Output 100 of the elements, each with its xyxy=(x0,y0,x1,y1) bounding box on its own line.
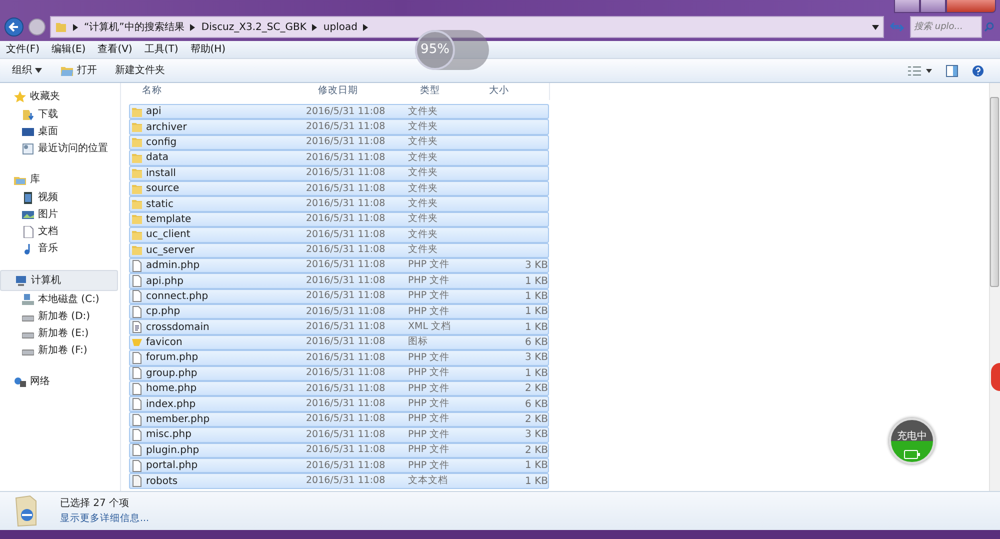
file-row[interactable]: source 2016/5/31 11:08 文件夹 xyxy=(129,180,549,196)
file-row[interactable]: favicon 2016/5/31 11:08 图标 6 KB xyxy=(129,334,549,350)
file-row[interactable]: install 2016/5/31 11:08 文件夹 xyxy=(129,166,549,181)
file-row[interactable]: admin.php 2016/5/31 11:08 PHP 文件 3 KB xyxy=(129,258,549,274)
file-icon xyxy=(131,260,143,272)
file-type: XML 文档 xyxy=(408,320,452,334)
file-type: 文件夹 xyxy=(408,182,439,196)
file-row[interactable]: uc_server 2016/5/31 11:08 文件夹 xyxy=(129,242,549,258)
chevron-icon xyxy=(363,24,368,30)
column-header[interactable]: 类型 xyxy=(405,84,489,99)
file-date: 2016/5/31 11:08 xyxy=(306,196,386,211)
sidebar-item[interactable]: 计算机 xyxy=(0,270,118,291)
file-size: 1 KB xyxy=(525,306,548,318)
address-bar[interactable]: “计算机”中的搜索结果 Discuz_X3.2_SC_GBK upload xyxy=(50,16,884,38)
sidebar-item[interactable]: 新加卷 (F:) xyxy=(0,342,120,359)
file-row[interactable]: robots 2016/5/31 11:08 文本文档 1 KB xyxy=(129,473,549,489)
file-row[interactable]: config 2016/5/31 11:08 文件夹 xyxy=(129,134,549,150)
file-row[interactable]: static 2016/5/31 11:08 文件夹 xyxy=(129,196,549,212)
scroll-thumb[interactable] xyxy=(990,97,999,287)
file-row[interactable]: data 2016/5/31 11:08 文件夹 xyxy=(129,150,549,166)
breadcrumb[interactable]: upload xyxy=(323,20,358,34)
dropdown-icon[interactable] xyxy=(872,24,879,30)
toolbar-button[interactable]: 组织 xyxy=(12,63,42,78)
file-date: 2016/5/31 11:08 xyxy=(306,120,386,134)
toolbar-button[interactable]: 打开 xyxy=(60,63,97,78)
file-row[interactable]: home.php 2016/5/31 11:08 PHP 文件 2 KB xyxy=(129,381,549,396)
file-name: crossdomain xyxy=(146,320,210,335)
column-header[interactable]: 大小 xyxy=(489,84,545,99)
image-icon xyxy=(22,208,34,220)
document-icon xyxy=(22,226,34,238)
folder-icon xyxy=(131,244,143,256)
breadcrumb[interactable]: “计算机”中的搜索结果 xyxy=(84,20,184,34)
file-row[interactable]: api 2016/5/31 11:08 文件夹 xyxy=(129,104,549,120)
favicon-file-icon xyxy=(131,336,143,349)
help-icon[interactable] xyxy=(972,64,984,76)
sidebar-item[interactable]: 桌面 xyxy=(0,123,120,140)
sidebar-item[interactable]: 文档 xyxy=(0,223,120,240)
file-row[interactable]: group.php 2016/5/31 11:08 PHP 文件 1 KB xyxy=(129,366,549,382)
menu-item[interactable]: 工具(T) xyxy=(144,42,178,57)
preview-pane-icon[interactable] xyxy=(946,64,958,76)
file-row[interactable]: misc.php 2016/5/31 11:08 PHP 文件 3 KB xyxy=(129,427,549,443)
file-type: PHP 文件 xyxy=(408,289,451,304)
sidebar-item[interactable]: 新加卷 (D:) xyxy=(0,308,120,325)
file-type: 文件夹 xyxy=(408,196,439,211)
file-row[interactable]: index.php 2016/5/31 11:08 PHP 文件 6 KB xyxy=(129,396,549,412)
file-name: admin.php xyxy=(146,259,200,274)
sidebar-item[interactable]: 图片 xyxy=(0,206,120,223)
file-icon xyxy=(131,352,143,364)
file-name: api.php xyxy=(146,274,184,288)
menu-item[interactable]: 文件(F) xyxy=(6,42,40,57)
sidebar-item[interactable]: 最近访问的位置 xyxy=(0,140,120,157)
column-header[interactable]: 修改日期 xyxy=(303,84,405,99)
file-row[interactable]: archiver 2016/5/31 11:08 文件夹 xyxy=(129,119,549,135)
folder-icon xyxy=(131,167,143,180)
chevron-icon xyxy=(73,24,78,30)
file-icon xyxy=(131,414,143,426)
file-row[interactable]: cp.php 2016/5/31 11:08 PHP 文件 1 KB xyxy=(129,304,549,320)
file-name: uc_client xyxy=(146,228,190,242)
menu-item[interactable]: 编辑(E) xyxy=(52,42,86,57)
breadcrumb[interactable]: Discuz_X3.2_SC_GBK xyxy=(201,20,306,34)
toolbar-button[interactable]: 新建文件夹 xyxy=(115,63,165,78)
file-row[interactable]: portal.php 2016/5/31 11:08 PHP 文件 1 KB xyxy=(129,458,549,474)
file-type: 文件夹 xyxy=(408,243,439,258)
sidebar-item[interactable]: 新加卷 (E:) xyxy=(0,325,120,342)
view-options-icon[interactable] xyxy=(908,66,932,76)
file-row[interactable]: api.php 2016/5/31 11:08 PHP 文件 1 KB xyxy=(129,273,549,289)
charging-label: 充电中 xyxy=(896,430,928,444)
file-row[interactable]: uc_client 2016/5/31 11:08 文件夹 xyxy=(129,227,549,243)
maximize-button[interactable] xyxy=(920,0,946,13)
file-row[interactable]: forum.php 2016/5/31 11:08 PHP 文件 3 KB xyxy=(129,350,549,366)
scrollbar[interactable] xyxy=(989,83,1000,491)
file-date: 2016/5/31 11:08 xyxy=(306,243,386,258)
back-icon[interactable] xyxy=(4,17,24,37)
file-row[interactable]: plugin.php 2016/5/31 11:08 PHP 文件 2 KB xyxy=(129,442,549,458)
sidebar-item[interactable]: 视频 xyxy=(0,189,120,206)
file-type: PHP 文件 xyxy=(408,274,451,288)
file-row[interactable]: crossdomain 2016/5/31 11:08 XML 文档 1 KB xyxy=(129,319,549,335)
file-row[interactable]: template 2016/5/31 11:08 文件夹 xyxy=(129,212,549,228)
file-row[interactable]: connect.php 2016/5/31 11:08 PHP 文件 1 KB xyxy=(129,288,549,304)
file-date: 2016/5/31 11:08 xyxy=(306,104,386,119)
sidebar-item[interactable]: 网络 xyxy=(0,372,118,391)
column-header[interactable]: 名称 xyxy=(127,84,303,99)
menu-item[interactable]: 帮助(H) xyxy=(190,42,226,57)
sidebar-item[interactable]: 库 xyxy=(0,170,118,189)
sidebar-item[interactable]: 下载 xyxy=(0,106,120,123)
file-type: 文件夹 xyxy=(408,166,439,180)
file-row[interactable]: member.php 2016/5/31 11:08 PHP 文件 2 KB xyxy=(129,412,549,428)
details-link[interactable]: 显示更多详细信息... xyxy=(60,512,150,524)
sidebar-item[interactable]: 音乐 xyxy=(0,240,120,257)
sidebar-item[interactable]: 本地磁盘 (C:) xyxy=(0,291,120,308)
sidebar-item[interactable]: 收藏夹 xyxy=(0,87,118,106)
close-button[interactable] xyxy=(946,0,996,13)
minimize-button[interactable] xyxy=(894,0,920,13)
file-date: 2016/5/31 11:08 xyxy=(306,428,386,442)
menu-item[interactable]: 查看(V) xyxy=(98,42,132,57)
folder-icon xyxy=(131,198,143,210)
file-icon xyxy=(131,382,143,395)
file-type: 图标 xyxy=(408,335,429,350)
file-date: 2016/5/31 11:08 xyxy=(306,474,386,488)
search-field[interactable]: 搜索 uplo... xyxy=(910,16,982,38)
